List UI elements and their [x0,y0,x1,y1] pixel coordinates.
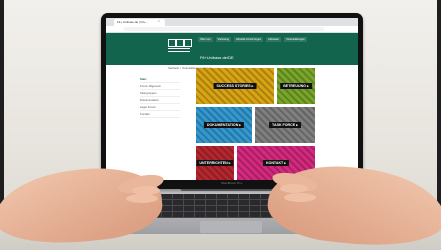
sidebar-item[interactable]: Forum Allgemein [140,83,180,90]
tile-success-stories[interactable]: SUCCESS STORIES ▸ [196,68,274,104]
laptop-trackpad [200,221,262,233]
topnav-item[interactable]: Über uns [198,37,213,42]
site-logo[interactable] [168,39,192,55]
laptop-screen: Fit+ Unibase.de | Fit+... × Über uns Vor… [106,18,358,180]
topnav-item[interactable]: Veranstaltungen [284,37,307,42]
right-finger [280,184,308,193]
url-field[interactable] [124,27,324,31]
sidebar-item[interactable]: Start [140,76,180,83]
site-header: Über uns Vorlesung Aktuelle Forschungen … [106,33,358,65]
tile-task-force[interactable]: TASK FORCE ▸ [255,107,315,143]
tile-label: BETREUUNG ▸ [280,83,312,89]
topnav-item[interactable]: Vorlesung [215,37,232,42]
tile-label: KONTAKT ▸ [262,160,290,166]
sidebar-item[interactable]: Kleingruppen [140,90,180,97]
tile-label: SUCCESS STORIES ▸ [213,83,257,89]
topnav-item[interactable]: Adressen [266,37,282,42]
tile-label: UNTERRICHTEN ▸ [196,160,234,166]
top-navigation: Über uns Vorlesung Aktuelle Forschungen … [198,37,307,42]
browser-tabbar: Fit+ Unibase.de | Fit+... × [106,18,358,26]
sidebar-item[interactable]: Lager Forum [140,104,180,111]
tile-betreuung[interactable]: BETREUUNG ▸ [277,68,315,104]
photo-scene: Fit+ Unibase.de | Fit+... × Über uns Vor… [0,0,441,250]
site-title: Fit+Unibase.de/DE [200,55,234,60]
close-icon[interactable]: × [158,19,160,23]
tile-label: TASK FORCE ▸ [269,122,301,128]
tile-label: DOKUMENTATION ▸ [203,122,245,128]
left-finger [126,194,158,203]
tile-unterrichten[interactable]: UNTERRICHTEN ▸ [196,146,234,180]
sidebar-item[interactable]: Dokumentation [140,97,180,104]
topnav-item[interactable]: Aktuelle Forschungen [234,37,264,42]
sidebar-item[interactable]: Kontakt [140,111,180,118]
laptop-lid: Fit+ Unibase.de | Fit+... × Über uns Vor… [101,13,363,189]
sidebar-nav: Start Forum Allgemein Kleingruppen Dokum… [140,76,180,118]
browser-tab-title: Fit+ Unibase.de | Fit+... [117,20,149,24]
address-bar[interactable] [106,26,358,33]
tile-dokumentation[interactable]: DOKUMENTATION ▸ [196,107,252,143]
right-finger [284,193,316,202]
